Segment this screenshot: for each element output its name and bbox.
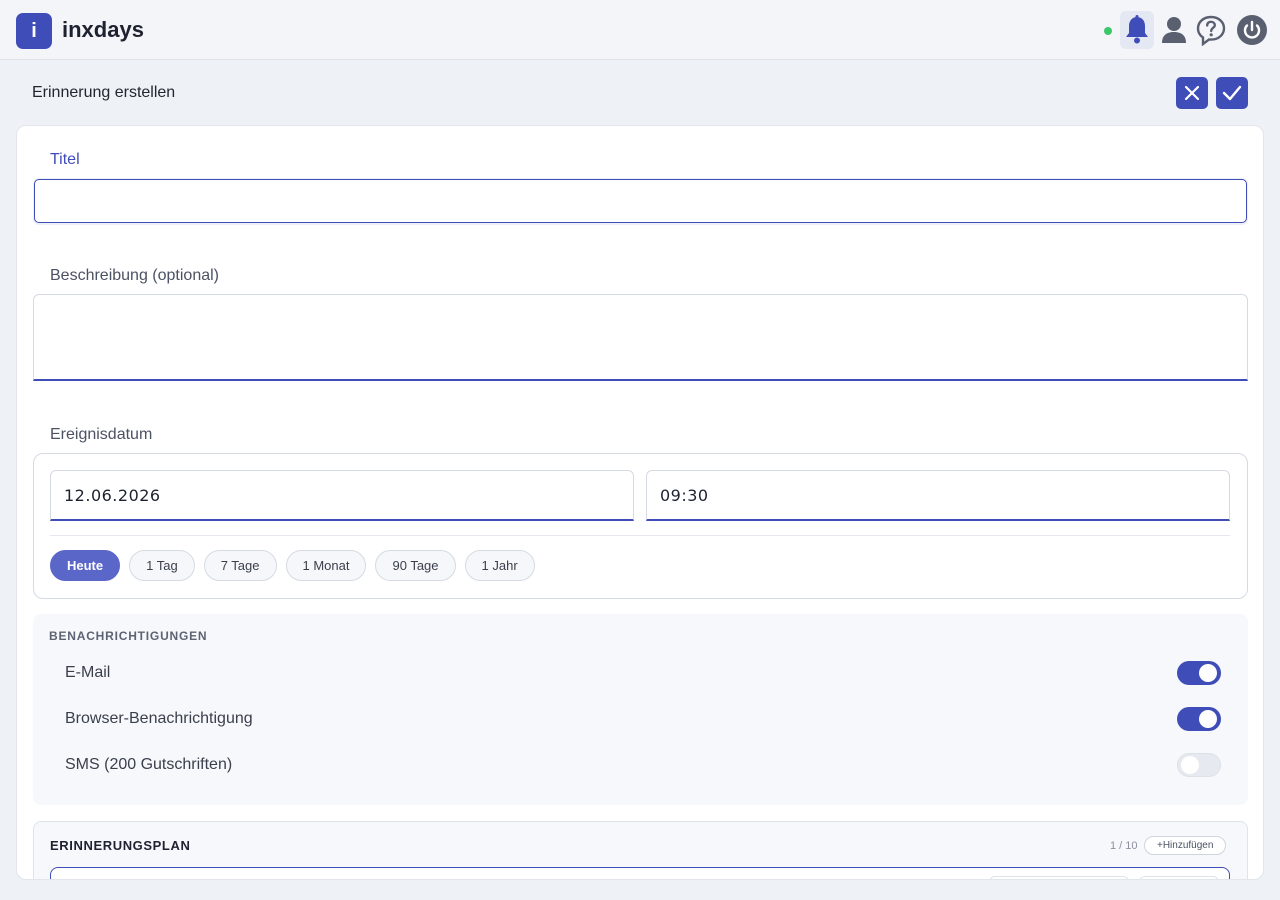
notifications-button[interactable] (1120, 11, 1154, 49)
reminder-plan-section: ERINNERUNGSPLAN 1 / 10 +Hinzufügen (33, 821, 1248, 879)
save-button[interactable] (1216, 77, 1248, 109)
check-icon (1222, 85, 1242, 101)
chip-1-year[interactable]: 1 Jahr (464, 550, 535, 581)
title-field-wrapper (33, 178, 1248, 225)
close-icon (1184, 85, 1200, 101)
date-input[interactable] (50, 470, 634, 521)
notification-label: E-Mail (65, 664, 111, 681)
online-status-dot (1104, 27, 1112, 35)
add-reminder-button[interactable]: +Hinzufügen (1144, 836, 1227, 855)
cancel-button[interactable] (1176, 77, 1208, 109)
notifications-section: BENACHRICHTIGUNGEN E-Mail Browser-Benach… (33, 614, 1248, 805)
toggle-knob (1199, 710, 1217, 728)
chip-7-days[interactable]: 7 Tage (203, 550, 277, 581)
user-icon (1162, 17, 1186, 43)
app-name[interactable]: inxdays (62, 17, 144, 43)
event-date-section: Heute 1 Tag 7 Tage 1 Monat 90 Tage 1 Jah… (33, 453, 1248, 599)
chip-90-days[interactable]: 90 Tage (375, 550, 456, 581)
reminder-plan-count: 1 / 10 (1110, 840, 1138, 852)
notification-row-browser: Browser-Benachrichtigung (65, 704, 1221, 734)
top-bar: i inxdays (0, 0, 1280, 60)
profile-button[interactable] (1157, 11, 1191, 49)
plan-item-select[interactable] (1139, 876, 1219, 879)
bell-icon (1126, 15, 1148, 44)
toggle-knob (1181, 756, 1199, 774)
page-title: Erinnerung erstellen (32, 84, 176, 101)
notification-label: SMS (200 Gutschriften) (65, 756, 233, 773)
browser-toggle[interactable] (1177, 707, 1221, 731)
sms-toggle[interactable] (1177, 753, 1221, 777)
time-input[interactable] (646, 470, 1230, 521)
event-date-label: Ereignisdatum (50, 426, 153, 443)
reminder-plan-item[interactable] (50, 867, 1230, 879)
email-toggle[interactable] (1177, 661, 1221, 685)
notification-row-email: E-Mail (65, 658, 1221, 688)
reminder-form-card: Titel Beschreibung (optional) Ereignisda… (16, 125, 1264, 880)
chip-1-month[interactable]: 1 Monat (285, 550, 367, 581)
chip-1-day[interactable]: 1 Tag (129, 550, 195, 581)
reminder-plan-title: ERINNERUNGSPLAN (50, 838, 191, 853)
notifications-title: BENACHRICHTIGUNGEN (49, 629, 208, 643)
quick-range-chips: Heute 1 Tag 7 Tage 1 Monat 90 Tage 1 Jah… (50, 550, 535, 581)
plan-item-select[interactable] (989, 876, 1129, 879)
notification-row-sms: SMS (200 Gutschriften) (65, 750, 1221, 780)
toggle-knob (1199, 664, 1217, 682)
logout-button[interactable] (1235, 11, 1269, 49)
chip-today[interactable]: Heute (50, 550, 121, 581)
help-icon (1196, 15, 1226, 46)
title-input[interactable] (34, 179, 1247, 223)
power-icon (1237, 15, 1267, 45)
notification-label: Browser-Benachrichtigung (65, 710, 253, 727)
help-button[interactable] (1194, 11, 1228, 49)
description-input[interactable] (33, 294, 1248, 381)
description-label: Beschreibung (optional) (50, 267, 219, 284)
app-logo[interactable]: i (16, 13, 52, 49)
divider (50, 535, 1230, 536)
title-label: Titel (50, 151, 80, 168)
logo-letter: i (31, 19, 37, 42)
